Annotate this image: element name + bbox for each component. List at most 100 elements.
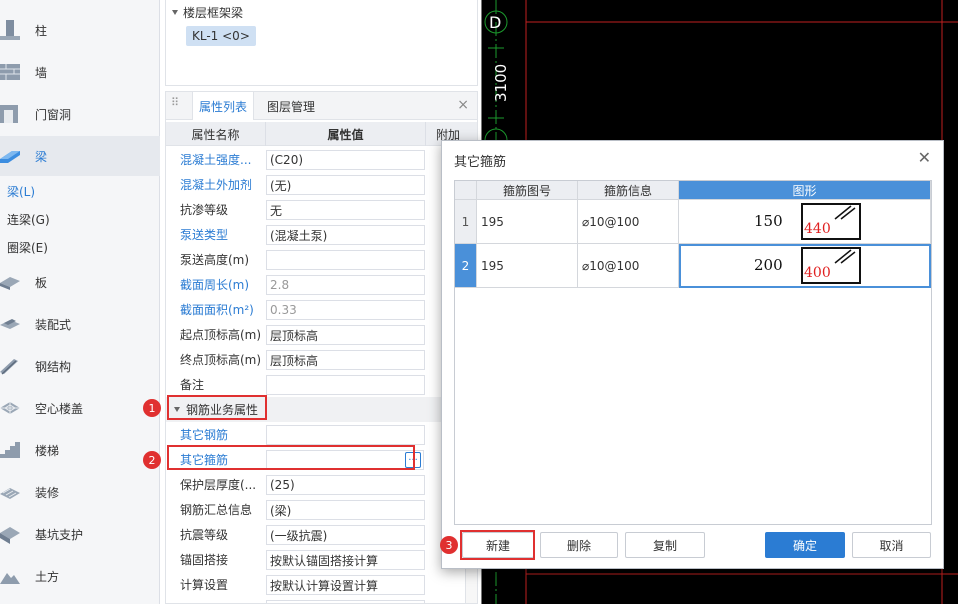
nav-item-column[interactable]: 柱: [0, 10, 160, 50]
property-row[interactable]: 截面面积(m²) 0.33: [166, 297, 477, 322]
tree-node-floor-frame-beam[interactable]: 楼层框架梁: [172, 4, 243, 21]
property-value-field[interactable]: (25): [266, 475, 425, 495]
row-number[interactable]: 2: [455, 244, 477, 288]
nav-item-beam[interactable]: 梁: [0, 136, 160, 176]
stirrup-dimension-value[interactable]: 150: [754, 212, 783, 230]
property-value: (混凝土泵): [270, 228, 328, 243]
property-value-field[interactable]: 按默认锚固搭接计算: [266, 550, 425, 570]
property-tabbar: ⠿ 属性列表 图层管理 ×: [166, 92, 477, 120]
stirrup-dimension-red[interactable]: 440: [804, 221, 831, 237]
nav-item-steel-structure[interactable]: 钢结构: [0, 346, 160, 386]
nav-item-prefab[interactable]: 装配式: [0, 304, 160, 344]
nav-item-stair[interactable]: 楼梯: [0, 430, 160, 470]
property-value-field[interactable]: 无: [266, 200, 425, 220]
stirrup-hook-icon: [834, 205, 856, 220]
beam-icon: [0, 151, 20, 163]
annotation-box-new-button: [460, 530, 535, 560]
nav-item-door-window[interactable]: 门窗洞: [0, 94, 160, 134]
nav-item-earthwork[interactable]: 土方: [0, 556, 160, 596]
close-icon[interactable]: ×: [457, 98, 469, 112]
nav-subitem-beam[interactable]: 梁(L): [7, 180, 35, 202]
row-number[interactable]: 1: [455, 200, 477, 244]
column-header-value: 属性值: [266, 122, 426, 146]
property-value-field[interactable]: (C20): [266, 150, 425, 170]
property-row[interactable]: 泵送类型 (混凝土泵): [166, 222, 477, 247]
nav-item-slab[interactable]: 板: [0, 262, 160, 302]
property-value-field[interactable]: 0.33: [266, 300, 425, 320]
property-row[interactable]: 钢筋汇总信息 (梁): [166, 497, 477, 522]
property-value-field[interactable]: 2.8: [266, 275, 425, 295]
stirrup-dimension-red[interactable]: 400: [804, 265, 831, 281]
property-row[interactable]: 泵送高度(m): [166, 247, 477, 272]
property-name: 计算设置: [180, 578, 229, 592]
column-header-shape[interactable]: 图形: [679, 181, 931, 200]
property-row[interactable]: 节点设置按默认节点设置计算: [166, 597, 477, 603]
property-name: 其它钢筋: [180, 428, 229, 442]
property-name: 混凝土强度...: [180, 153, 252, 167]
stair-icon: [0, 442, 20, 458]
property-name: 截面周长(m): [180, 278, 250, 292]
property-value: 按默认锚固搭接计算: [270, 553, 379, 568]
property-value-field[interactable]: (混凝土泵): [266, 225, 425, 245]
stirrup-info-cell[interactable]: ⌀10@100: [578, 244, 679, 288]
nav-item-foundation-pit[interactable]: 基坑支护: [0, 514, 160, 554]
tab-property-list[interactable]: 属性列表: [192, 92, 255, 120]
property-row[interactable]: 截面周长(m) 2.8: [166, 272, 477, 297]
annotation-badge-3: 3: [440, 536, 458, 554]
close-icon[interactable]: ✕: [918, 150, 931, 166]
annotation-badge-1: 1: [143, 399, 161, 417]
axis-label-d: D: [489, 13, 501, 32]
nav-subitem-ring-beam[interactable]: 圈梁(E): [7, 236, 48, 258]
delete-button[interactable]: 删除: [540, 532, 618, 558]
property-value-field[interactable]: 按默认计算设置计算: [266, 575, 425, 595]
property-row[interactable]: 计算设置 按默认计算设置计算: [166, 572, 477, 597]
property-row[interactable]: 保护层厚度(... (25): [166, 472, 477, 497]
tree-node-kl1[interactable]: KL-1 <0>: [186, 26, 256, 46]
nav-subitem-coupling-beam[interactable]: 连梁(G): [7, 208, 50, 230]
shape-code-cell[interactable]: 195: [477, 200, 578, 244]
property-value-field[interactable]: 层顶标高: [266, 350, 425, 370]
property-value: 无: [270, 203, 283, 218]
property-value-field[interactable]: 层顶标高: [266, 325, 425, 345]
decoration-icon: [0, 488, 20, 499]
expand-arrow-icon[interactable]: [172, 10, 178, 15]
cancel-button[interactable]: 取消: [852, 532, 931, 558]
property-value-field[interactable]: [266, 375, 425, 395]
property-name: 泵送类型: [180, 228, 229, 242]
shape-code-cell[interactable]: 195: [477, 244, 578, 288]
property-table-header: 属性名称 属性值 附加: [166, 122, 477, 146]
nav-item-wall[interactable]: 墙: [0, 52, 160, 92]
property-value: (25): [270, 478, 295, 492]
property-value-field[interactable]: [266, 250, 425, 270]
column-header-stirrup-info: 箍筋信息: [578, 181, 679, 200]
property-value: (C20): [270, 153, 304, 167]
property-row[interactable]: 备注: [166, 372, 477, 397]
property-row[interactable]: 混凝土外加剂 (无): [166, 172, 477, 197]
stirrup-dimension-value[interactable]: 200: [754, 256, 783, 274]
property-row[interactable]: 抗渗等级 无: [166, 197, 477, 222]
nav-item-hollow-floor[interactable]: 空心楼盖: [0, 388, 160, 428]
property-value: 0.33: [270, 303, 297, 317]
component-nav: 柱 墙 门窗洞 梁 梁(L) 连梁(G) 圈梁(E) 板 装配式 钢结构 空心楼…: [0, 0, 160, 604]
property-value-field[interactable]: (梁): [266, 500, 425, 520]
property-row[interactable]: 锚固搭接 按默认锚固搭接计算: [166, 547, 477, 572]
property-row[interactable]: 起点顶标高(m) 层顶标高: [166, 322, 477, 347]
property-row[interactable]: 抗震等级 (一级抗震): [166, 522, 477, 547]
property-name: 抗震等级: [180, 528, 229, 542]
property-value-field[interactable]: [266, 425, 425, 445]
property-row[interactable]: 混凝土强度... (C20): [166, 147, 477, 172]
property-row[interactable]: 终点顶标高(m) 层顶标高: [166, 347, 477, 372]
shape-cell-selected[interactable]: 200 400: [679, 244, 931, 288]
property-row[interactable]: 其它钢筋: [166, 422, 477, 447]
shape-cell[interactable]: 150 440: [679, 200, 931, 244]
property-value-field[interactable]: (一级抗震): [266, 525, 425, 545]
nav-item-decoration[interactable]: 装修: [0, 472, 160, 512]
copy-button[interactable]: 复制: [625, 532, 705, 558]
drag-handle-icon[interactable]: ⠿: [171, 97, 179, 113]
column-header-name: 属性名称: [166, 122, 266, 146]
property-value-field[interactable]: 按默认节点设置计算: [266, 600, 425, 603]
tab-layer-management[interactable]: 图层管理: [261, 92, 321, 120]
property-value-field[interactable]: (无): [266, 175, 425, 195]
ok-button[interactable]: 确定: [765, 532, 845, 558]
stirrup-info-cell[interactable]: ⌀10@100: [578, 200, 679, 244]
